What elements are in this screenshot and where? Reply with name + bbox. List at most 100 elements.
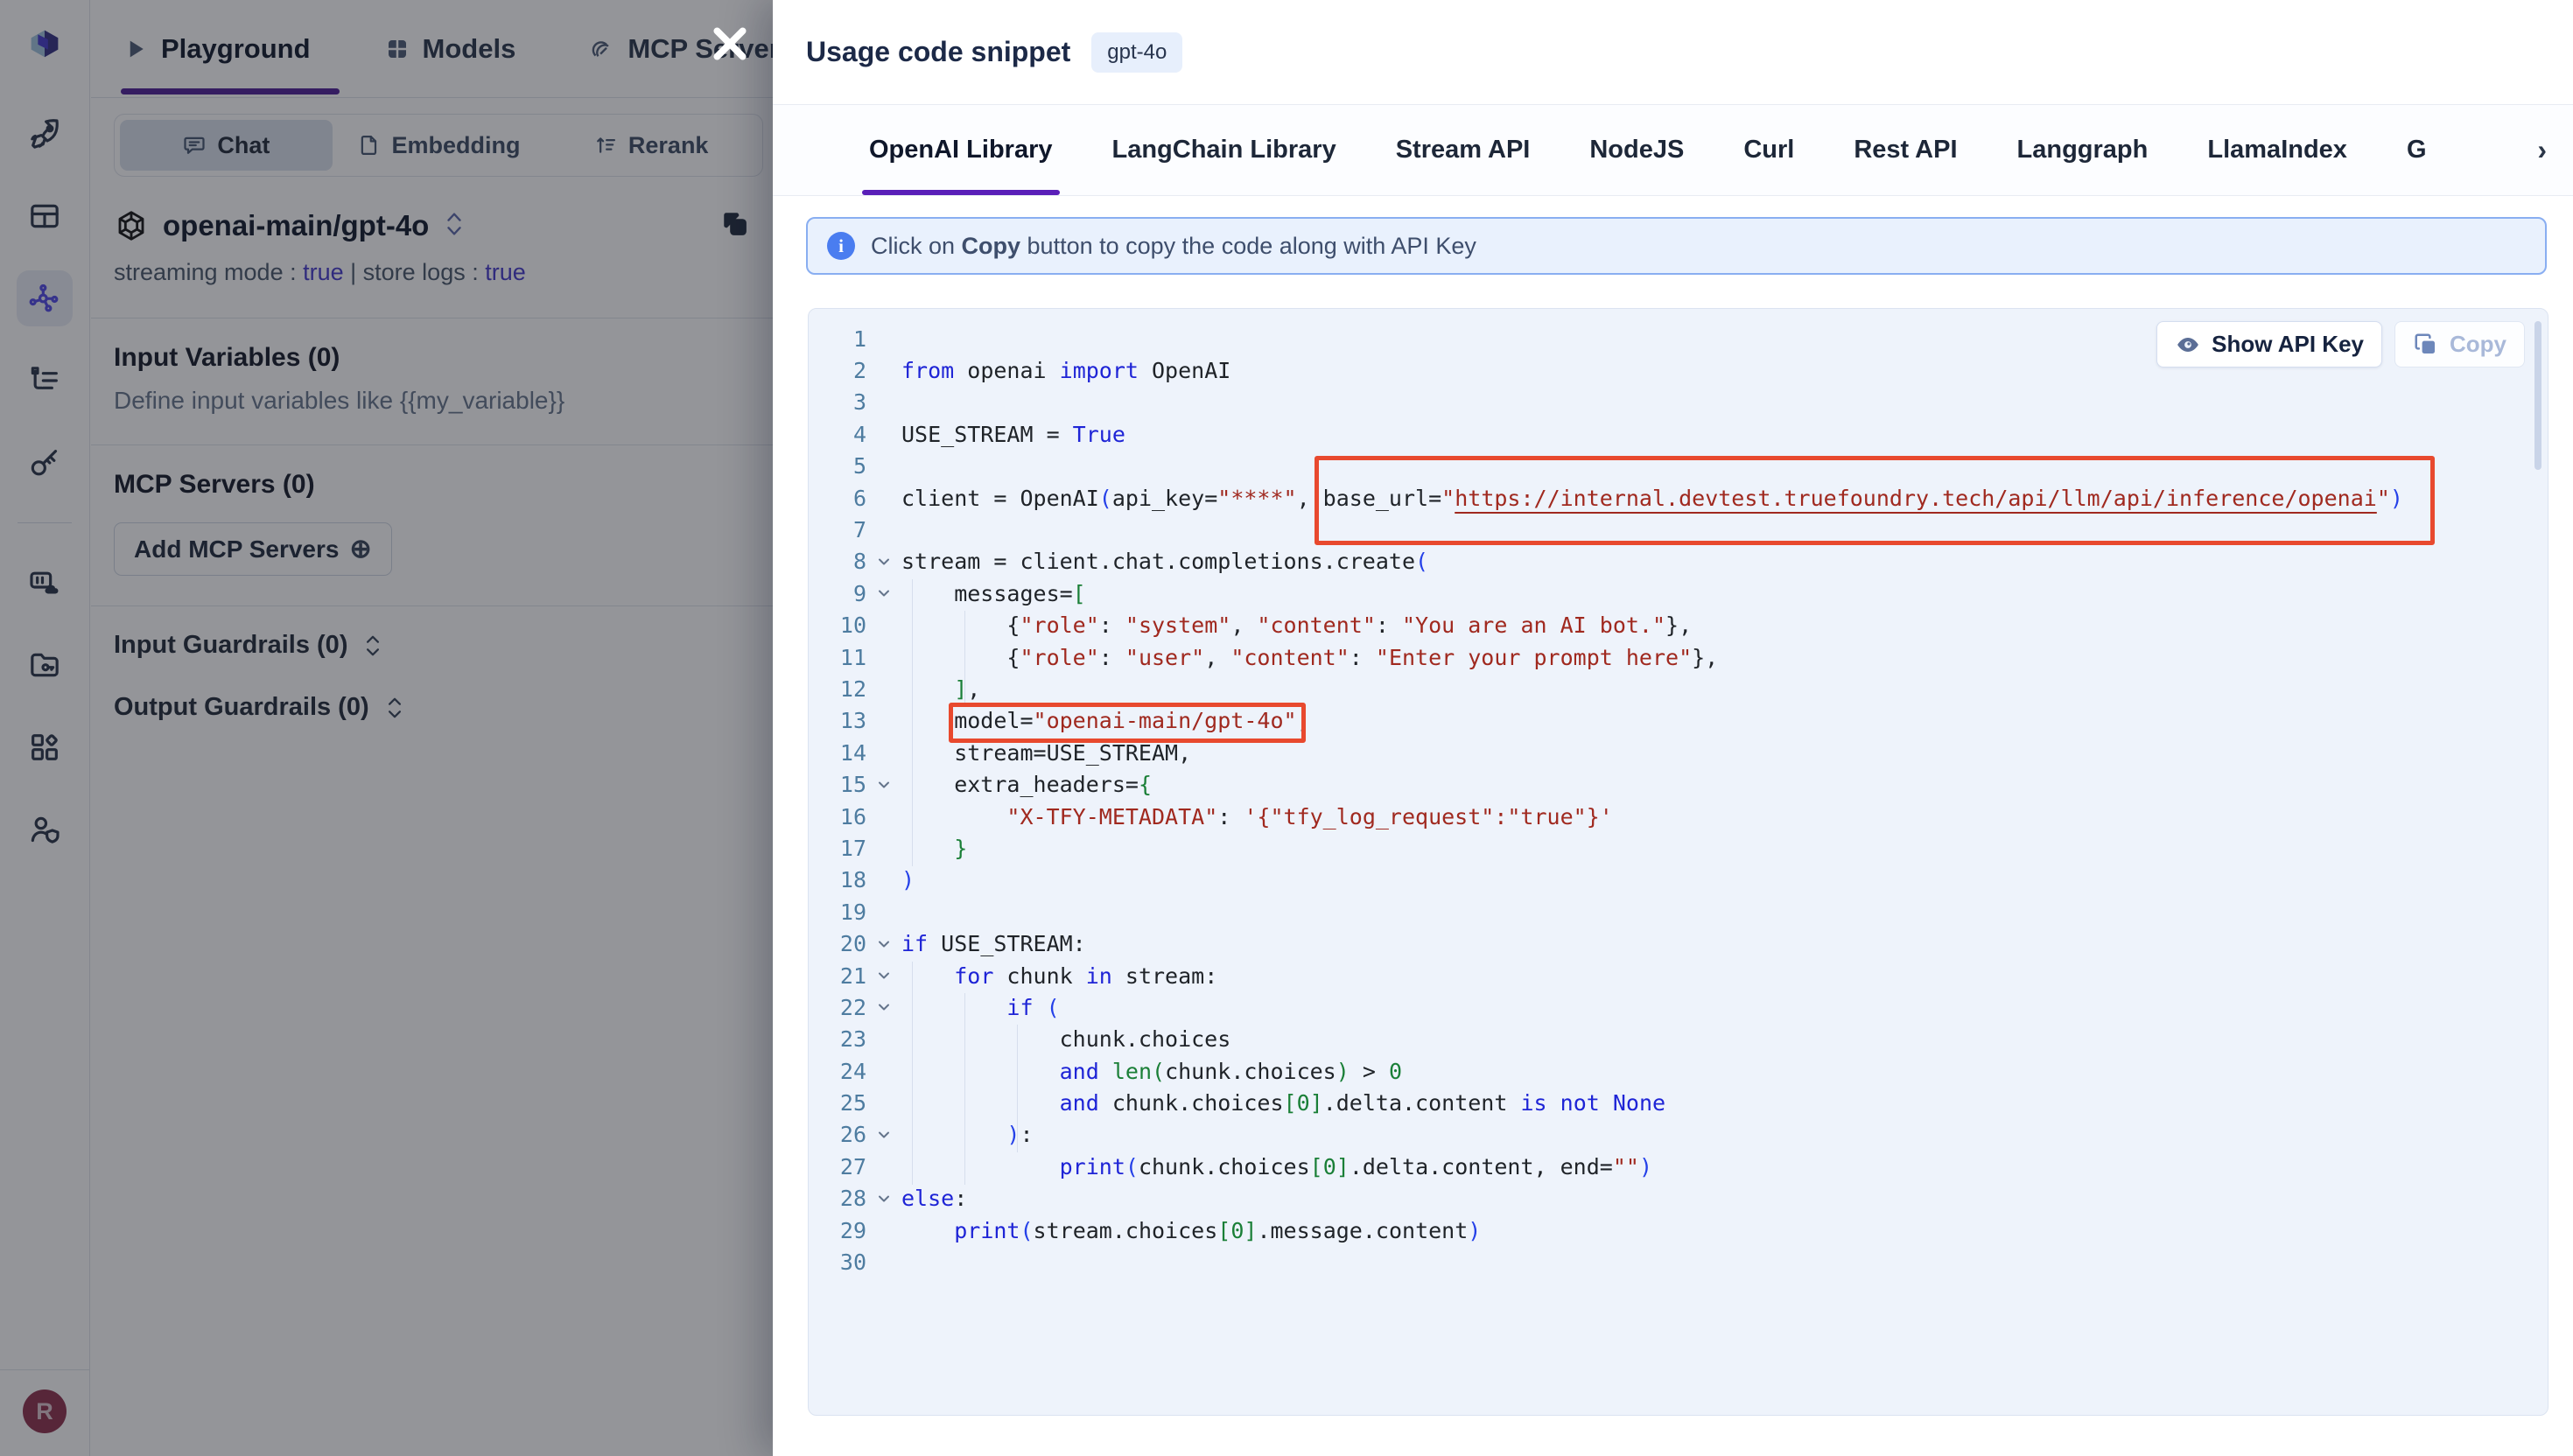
code-text: ],	[901, 676, 980, 702]
copy-code-button[interactable]: Copy	[2394, 321, 2525, 368]
fold-chevron-icon[interactable]	[866, 935, 901, 953]
line-number: 27	[809, 1154, 866, 1180]
code-line: 19	[809, 896, 2548, 928]
code-line: 15 extra_headers={	[809, 768, 2548, 800]
fold-chevron-icon[interactable]	[866, 1126, 901, 1144]
code-line: 22 if (	[809, 991, 2548, 1023]
code-line: 25 and chunk.choices[0].delta.content is…	[809, 1087, 2548, 1118]
line-number: 3	[809, 389, 866, 415]
snippet-tab-stream-api[interactable]: Stream API	[1396, 105, 1531, 195]
snippet-tab-rest-api[interactable]: Rest API	[1854, 105, 1957, 195]
code-text: stream=USE_STREAM,	[901, 740, 1191, 766]
highlight-box-model	[949, 703, 1306, 743]
line-number: 21	[809, 963, 866, 989]
code-line: 27 print(chunk.choices[0].delta.content,…	[809, 1151, 2548, 1182]
code-text: chunk.choices	[901, 1026, 1230, 1052]
code-line: 9 messages=[	[809, 578, 2548, 609]
code-line: 12 ],	[809, 673, 2548, 704]
code-text: and len(chunk.choices) > 0	[901, 1059, 1402, 1084]
code-text: if (	[901, 995, 1060, 1020]
indent-guide	[964, 993, 965, 1185]
banner-text: Click on Copy button to copy the code al…	[871, 233, 1476, 260]
code-text: "X-TFY-METADATA": '{"tfy_log_request":"t…	[901, 804, 1613, 830]
line-number: 17	[809, 836, 866, 861]
line-number: 8	[809, 549, 866, 574]
line-number: 18	[809, 867, 866, 892]
code-text: print(chunk.choices[0].delta.content, en…	[901, 1154, 1652, 1180]
copy-icon	[2413, 332, 2439, 358]
code-text: if USE_STREAM:	[901, 931, 1086, 956]
code-text: from openai import OpenAI	[901, 358, 1230, 383]
line-number: 7	[809, 517, 866, 542]
fold-chevron-icon[interactable]	[866, 553, 901, 570]
line-number: 11	[809, 645, 866, 670]
code-text: ):	[901, 1122, 1034, 1147]
model-badge: gpt-4o	[1091, 32, 1182, 73]
code-line: 17 }	[809, 832, 2548, 864]
snippet-tab-llamaindex[interactable]: LlamaIndex	[2207, 105, 2347, 195]
fold-chevron-icon[interactable]	[866, 967, 901, 984]
fold-chevron-icon[interactable]	[866, 1190, 901, 1208]
snippet-tab-langchain-library[interactable]: LangChain Library	[1112, 105, 1336, 195]
code-text: )	[901, 867, 915, 892]
code-line: 10 {"role": "system", "content": "You ar…	[809, 610, 2548, 641]
info-banner: i Click on Copy button to copy the code …	[806, 217, 2547, 275]
line-number: 5	[809, 453, 866, 479]
code-text: {"role": "system", "content": "You are a…	[901, 612, 1692, 638]
line-number: 4	[809, 422, 866, 447]
info-icon: i	[827, 232, 855, 260]
code-text: for chunk in stream:	[901, 963, 1217, 989]
tabs-scroll-right-icon[interactable]: ›	[2537, 134, 2547, 166]
snippet-tab-langgraph[interactable]: Langgraph	[2017, 105, 2149, 195]
show-api-key-button[interactable]: Show API Key	[2156, 321, 2382, 368]
indent-guide	[1017, 1025, 1018, 1152]
line-number: 19	[809, 900, 866, 925]
code-text: stream = client.chat.completions.create(	[901, 549, 1428, 574]
code-editor[interactable]: Show API Key Copy 12from openai import O…	[808, 308, 2548, 1416]
code-line: 11 {"role": "user", "content": "Enter yo…	[809, 641, 2548, 673]
line-number: 10	[809, 612, 866, 638]
code-line: 24 and len(chunk.choices) > 0	[809, 1055, 2548, 1087]
snippet-tab-openai-library[interactable]: OpenAI Library	[869, 105, 1053, 195]
code-text: USE_STREAM = True	[901, 422, 1125, 447]
code-line: 23 chunk.choices	[809, 1024, 2548, 1055]
code-text: extra_headers={	[901, 772, 1152, 797]
code-scrollbar[interactable]	[2534, 321, 2541, 470]
line-number: 15	[809, 772, 866, 797]
line-number: 13	[809, 708, 866, 733]
indent-guide	[912, 579, 913, 866]
line-number: 2	[809, 358, 866, 383]
close-icon[interactable]	[705, 19, 754, 68]
code-line: 16 "X-TFY-METADATA": '{"tfy_log_request"…	[809, 801, 2548, 832]
line-number: 9	[809, 581, 866, 606]
snippet-tab-nodejs[interactable]: NodeJS	[1589, 105, 1684, 195]
code-line: 8 stream = client.chat.completions.create…	[809, 546, 2548, 578]
code-text: else:	[901, 1186, 967, 1211]
line-number: 12	[809, 676, 866, 702]
eye-icon	[2175, 332, 2201, 358]
code-line: 26 ):	[809, 1119, 2548, 1151]
snippet-tab-curl[interactable]: Curl	[1743, 105, 1794, 195]
fold-chevron-icon[interactable]	[866, 776, 901, 794]
code-line: 3	[809, 387, 2548, 418]
snippet-tab-bar: OpenAI Library LangChain Library Stream AP…	[773, 105, 2573, 196]
highlight-box-base-url	[1315, 456, 2435, 545]
fold-chevron-icon[interactable]	[866, 584, 901, 602]
code-line: 4 USE_STREAM = True	[809, 418, 2548, 450]
line-number: 1	[809, 326, 866, 352]
code-text: messages=[	[901, 581, 1086, 606]
code-line: 29 print(stream.choices[0].message.conte…	[809, 1214, 2548, 1246]
modal-header: Usage code snippet gpt-4o	[773, 0, 2573, 105]
code-line: 30	[809, 1246, 2548, 1278]
line-number: 26	[809, 1122, 866, 1147]
line-number: 6	[809, 486, 866, 511]
line-number: 20	[809, 931, 866, 956]
indent-guide	[912, 962, 913, 1185]
modal-title: Usage code snippet	[806, 36, 1070, 68]
indent-guide	[964, 611, 965, 707]
fold-chevron-icon[interactable]	[866, 998, 901, 1016]
line-number: 30	[809, 1250, 866, 1275]
code-text: {"role": "user", "content": "Enter your …	[901, 645, 1718, 670]
code-text: and chunk.choices[0].delta.content is no…	[901, 1090, 1665, 1116]
snippet-tab-g[interactable]: G	[2407, 105, 2427, 195]
